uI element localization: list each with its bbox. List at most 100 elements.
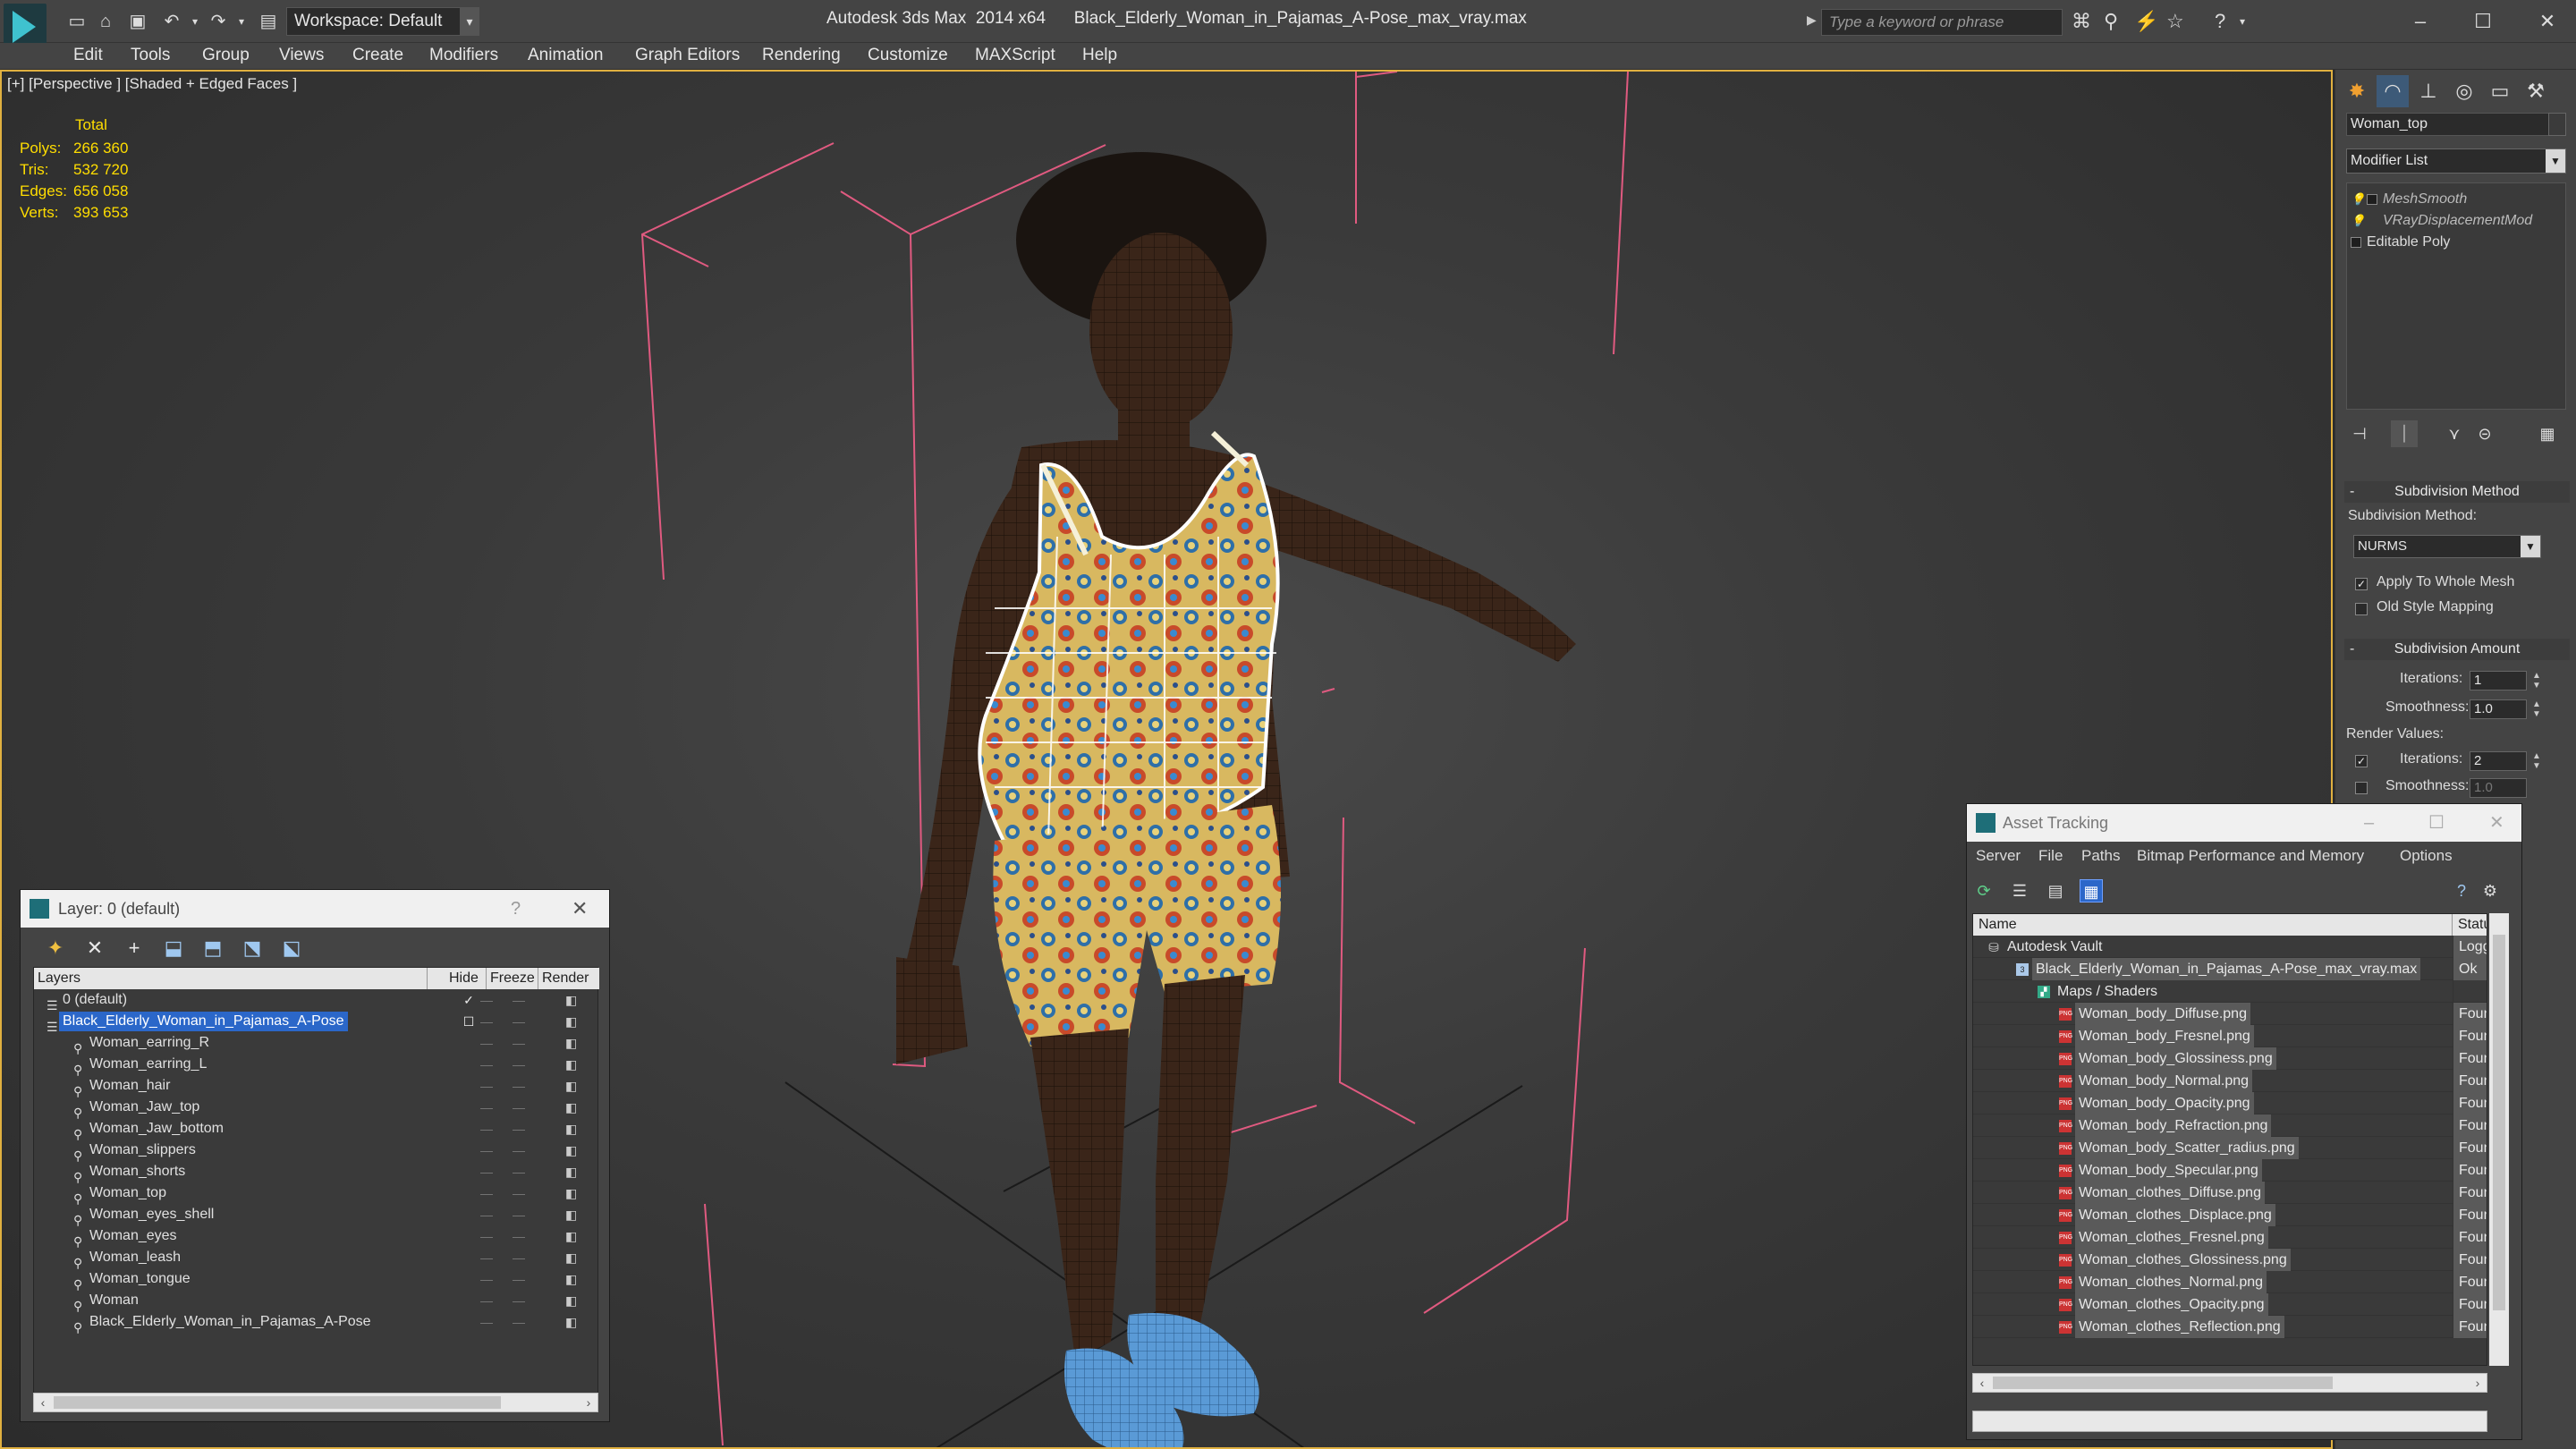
render-teapot-icon[interactable]: ◧ (565, 1204, 577, 1225)
detail-view-icon[interactable]: ▤ (2044, 879, 2067, 902)
asset-row[interactable]: ⛁ Autodesk Vault Logged O (1973, 936, 2487, 958)
project-folder-icon[interactable]: ▤ (258, 11, 279, 32)
object-color-swatch[interactable] (2548, 113, 2566, 136)
asset-row[interactable]: PNGWoman_clothes_Fresnel.png Found (1973, 1226, 2487, 1249)
communication-center-icon[interactable]: ⚡ (2134, 11, 2158, 32)
minimize-icon[interactable]: – (2402, 5, 2438, 38)
spinner-arrows-icon[interactable]: ▲ ▼ (2530, 751, 2543, 771)
column-layers[interactable]: Layers (34, 968, 428, 989)
stack-item-vraydisplacement[interactable]: 💡 VRayDisplacementMod (2351, 210, 2532, 232)
maximize-icon[interactable]: ☐ (2428, 804, 2445, 842)
menu-graph-editors[interactable]: Graph Editors (635, 45, 740, 66)
freeze-toggle[interactable]: — (508, 1290, 530, 1311)
freeze-toggle[interactable]: — (508, 1268, 530, 1290)
asset-row[interactable]: PNGWoman_body_Opacity.png Found (1973, 1092, 2487, 1114)
layer-object-row[interactable]: ⚲ Black_Elderly_Woman_in_Pajamas_A-Pose — —… (34, 1311, 599, 1335)
help-icon[interactable]: ? (2215, 11, 2225, 32)
hide-toggle[interactable]: — (476, 1097, 497, 1118)
menu-rendering[interactable]: Rendering (762, 45, 841, 66)
layer-object-row[interactable]: ⚲ Woman_tongue — — ◧ (34, 1268, 599, 1292)
layer-object-row[interactable]: ⚲ Woman_eyes — — ◧ (34, 1225, 599, 1249)
menu-file[interactable]: File (2038, 847, 2063, 865)
freeze-toggle[interactable]: — (508, 1311, 530, 1333)
redo-icon[interactable]: ↷ (208, 11, 229, 32)
create-tab-icon[interactable]: ✸ (2341, 75, 2373, 107)
quick-access-dropdown[interactable]: ▾ (460, 7, 479, 36)
asset-row[interactable]: PNGWoman_clothes_Reflection.png Found (1973, 1316, 2487, 1338)
layer-object-row[interactable]: ⚲ Woman_Jaw_top — — ◧ (34, 1097, 599, 1120)
menu-options[interactable]: Options (2400, 847, 2453, 865)
render-teapot-icon[interactable]: ◧ (565, 1097, 577, 1118)
render-iterations-checkbox[interactable]: ✓ (2355, 755, 2368, 767)
stack-item-meshsmooth[interactable]: 💡 MeshSmooth (2351, 189, 2467, 210)
subdivision-amount-rollout[interactable]: - Subdivision Amount (2344, 639, 2570, 660)
freeze-toggle[interactable]: — (508, 1247, 530, 1268)
freeze-toggle[interactable]: — (508, 1182, 530, 1204)
column-freeze[interactable]: Freeze (487, 968, 538, 989)
asset-row[interactable]: PNGWoman_body_Glossiness.png Found (1973, 1047, 2487, 1070)
render-teapot-icon[interactable]: ◧ (565, 1140, 577, 1161)
workspace-selector[interactable]: Workspace: Default ▾ (286, 7, 479, 36)
create-layer-icon[interactable]: ✦ (42, 935, 69, 962)
scroll-left-icon[interactable]: ‹ (1973, 1374, 1991, 1392)
scrollbar-thumb[interactable] (1993, 1377, 2333, 1389)
utilities-tab-icon[interactable]: ⚒ (2520, 75, 2552, 107)
freeze-unfreeze-all-icon[interactable]: ⬕ (278, 935, 305, 962)
menu-customize[interactable]: Customize (868, 45, 948, 66)
old-style-mapping-checkbox[interactable] (2355, 603, 2368, 615)
render-teapot-icon[interactable]: ◧ (565, 1011, 577, 1032)
menu-help[interactable]: Help (1082, 45, 1117, 66)
new-file-icon[interactable]: ▭ (66, 11, 88, 32)
minimize-icon[interactable]: – (2364, 804, 2374, 842)
hide-toggle[interactable]: — (476, 1118, 497, 1140)
scroll-right-icon[interactable]: › (580, 1394, 597, 1411)
binoculars-icon[interactable]: ⌘ (2072, 11, 2091, 32)
asset-row[interactable]: 3 Black_Elderly_Woman_in_Pajamas_A-Pose_m… (1973, 958, 2487, 980)
freeze-toggle[interactable]: — (508, 1161, 530, 1182)
render-teapot-icon[interactable]: ◧ (565, 1225, 577, 1247)
menu-create[interactable]: Create (352, 45, 403, 66)
subdivision-method-rollout[interactable]: - Subdivision Method (2344, 481, 2570, 503)
highlight-selected-icon[interactable]: ⬒ (199, 935, 226, 962)
menu-bitmap-performance[interactable]: Bitmap Performance and Memory (2137, 847, 2364, 865)
asset-row[interactable]: PNGWoman_body_Normal.png Found (1973, 1070, 2487, 1092)
help-icon[interactable]: ? (2450, 879, 2473, 902)
character-model[interactable] (896, 152, 1576, 1447)
subscription-icon[interactable]: ⚲ (2104, 11, 2118, 32)
freeze-toggle[interactable]: — (508, 1097, 530, 1118)
render-teapot-icon[interactable]: ◧ (565, 1161, 577, 1182)
scrollbar-thumb[interactable] (54, 1396, 501, 1409)
column-hide[interactable]: Hide (445, 968, 487, 989)
configure-modifier-sets-icon[interactable]: ▦ (2534, 420, 2561, 447)
menu-paths[interactable]: Paths (2081, 847, 2120, 865)
layer-object-row[interactable]: ⚲ Woman_earring_L — — ◧ (34, 1054, 599, 1077)
expand-icon[interactable] (2367, 193, 2377, 205)
freeze-toggle[interactable]: — (508, 1140, 530, 1161)
table-view-icon[interactable]: ▦ (2080, 879, 2103, 902)
render-teapot-icon[interactable]: ◧ (565, 1247, 577, 1268)
menu-modifiers[interactable]: Modifiers (429, 45, 498, 66)
close-icon[interactable]: ✕ (2529, 5, 2565, 38)
settings-icon[interactable]: ⚙ (2479, 879, 2502, 902)
layer-object-row[interactable]: ⚲ Woman — — ◧ (34, 1290, 599, 1313)
search-expand-icon[interactable]: ▶ (1807, 13, 1817, 28)
undo-icon[interactable]: ↶ (161, 11, 182, 32)
lightbulb-icon[interactable]: 💡 (2351, 210, 2365, 232)
render-teapot-icon[interactable]: ◧ (565, 1290, 577, 1311)
render-teapot-icon[interactable]: ◧ (565, 1268, 577, 1290)
asset-row[interactable]: PNGWoman_body_Scatter_radius.png Found (1973, 1137, 2487, 1159)
layer-dialog-titlebar[interactable]: Layer: 0 (default) ? ✕ (21, 890, 609, 928)
layer-object-row[interactable]: ⚲ Woman_shorts — — ◧ (34, 1161, 599, 1184)
asset-row[interactable]: PNGWoman_body_Refraction.png Found (1973, 1114, 2487, 1137)
show-end-result-icon[interactable]: ⏐ (2391, 420, 2418, 447)
lightbulb-icon[interactable]: 💡 (2351, 189, 2365, 210)
help-dropdown-icon[interactable]: ▾ (2240, 11, 2245, 32)
maximize-icon[interactable]: ☐ (2465, 5, 2501, 38)
modifier-list-dropdown[interactable]: Modifier List ▼ (2346, 148, 2566, 174)
hide-toggle[interactable]: — (476, 1247, 497, 1268)
layer-row[interactable]: ☰ Black_Elderly_Woman_in_Pajamas_A-Pose ☐ —… (34, 1011, 599, 1034)
render-teapot-icon[interactable]: ◧ (565, 1182, 577, 1204)
add-to-layer-icon[interactable]: + (121, 935, 148, 962)
menu-animation[interactable]: Animation (528, 45, 604, 66)
render-teapot-icon[interactable]: ◧ (565, 1311, 577, 1333)
